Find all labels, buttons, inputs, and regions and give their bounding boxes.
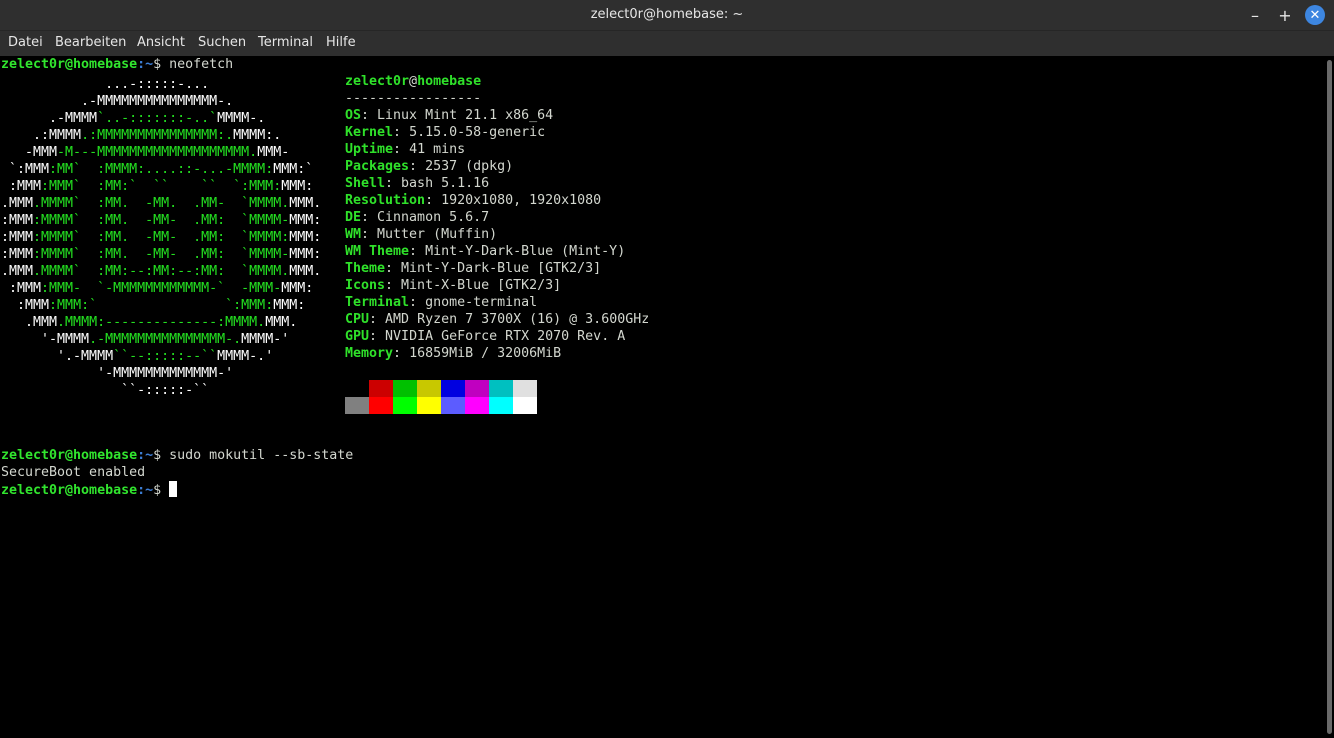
window-title: zelect0r@homebase: ~ xyxy=(590,7,744,22)
info-value: Mint-Y-Dark-Blue (Mint-Y) xyxy=(425,244,626,259)
info-row: Memory: 16859MiB / 32006MiB xyxy=(345,346,562,361)
scrollbar[interactable] xyxy=(1324,56,1334,738)
prompt-line-2: zelect0r@homebase:~$ sudo mokutil --sb-s… xyxy=(1,447,353,464)
info-value: 41 mins xyxy=(409,142,466,157)
command-output: SecureBoot enabled xyxy=(1,465,146,480)
info-row: Uptime: 41 mins xyxy=(345,142,466,157)
text-cursor xyxy=(169,481,178,497)
info-key: GPU xyxy=(345,329,370,344)
info-value: 2537 (dpkg) xyxy=(425,159,514,174)
color-block xyxy=(417,380,441,397)
command-text: neofetch xyxy=(169,57,234,72)
info-value: Linux Mint 21.1 x86_64 xyxy=(377,108,554,123)
color-block xyxy=(369,380,393,397)
color-block xyxy=(441,397,465,414)
info-value: Mint-X-Blue [GTK2/3] xyxy=(401,278,562,293)
menu-terminal[interactable]: Terminal xyxy=(258,31,313,56)
info-value: AMD Ryzen 7 3700X (16) @ 3.600GHz xyxy=(385,312,650,327)
info-key: CPU xyxy=(345,312,370,327)
scrollbar-thumb[interactable] xyxy=(1327,60,1332,734)
minimize-button[interactable]: – xyxy=(1245,5,1265,25)
prompt-path: :~ xyxy=(137,57,154,72)
info-key: Shell xyxy=(345,176,386,191)
color-block xyxy=(489,380,513,397)
prompt-user-host: zelect0r@homebase xyxy=(1,483,138,498)
prompt-line-1: zelect0r@homebase:~$ neofetch xyxy=(1,56,233,73)
terminal-area[interactable]: zelect0r@homebase:~$ neofetch ...-:::::-… xyxy=(0,56,1322,738)
info-value: gnome-terminal xyxy=(425,295,538,310)
mint-logo-ascii: ...-:::::-... .-MMMMMMMMMMMMMMM-. .-MMMM… xyxy=(1,77,322,398)
info-row: DE: Cinnamon 5.6.7 xyxy=(345,210,490,225)
info-row: Kernel: 5.15.0-58-generic xyxy=(345,125,546,140)
header-host: homebase xyxy=(417,74,482,89)
prompt-user-host: zelect0r@homebase xyxy=(1,448,138,463)
command-text: sudo mokutil --sb-state xyxy=(169,448,354,463)
info-value: bash 5.1.16 xyxy=(401,176,490,191)
prompt-path: :~ xyxy=(137,483,154,498)
info-value: Cinnamon 5.6.7 xyxy=(377,210,490,225)
menu-ansicht[interactable]: Ansicht xyxy=(137,31,185,56)
info-key: Uptime xyxy=(345,142,394,157)
info-row: CPU: AMD Ryzen 7 3700X (16) @ 3.600GHz xyxy=(345,312,650,327)
info-key: OS xyxy=(345,108,362,123)
info-value: Mint-Y-Dark-Blue [GTK2/3] xyxy=(401,261,602,276)
header-at: @ xyxy=(409,74,418,89)
prompt-symbol: $ xyxy=(153,57,170,72)
window-titlebar[interactable]: zelect0r@homebase: ~ – + ✕ xyxy=(0,0,1334,31)
info-value: Mutter (Muffin) xyxy=(377,227,498,242)
info-row: Resolution: 1920x1080, 1920x1080 xyxy=(345,193,602,208)
neofetch-header: zelect0r@homebase xyxy=(345,73,649,90)
info-row: OS: Linux Mint 21.1 x86_64 xyxy=(345,108,554,123)
neofetch-info: zelect0r@homebase ----------------- OS: … xyxy=(345,73,649,362)
info-row: Packages: 2537 (dpkg) xyxy=(345,159,514,174)
info-row: Icons: Mint-X-Blue [GTK2/3] xyxy=(345,278,562,293)
prompt-user-host: zelect0r@homebase xyxy=(1,57,138,72)
color-block xyxy=(345,380,369,397)
info-row: Theme: Mint-Y-Dark-Blue [GTK2/3] xyxy=(345,261,602,276)
close-button[interactable]: ✕ xyxy=(1305,5,1325,25)
info-key: DE xyxy=(345,210,362,225)
prompt-line-3[interactable]: zelect0r@homebase:~$ xyxy=(1,481,178,498)
color-block xyxy=(393,397,417,414)
prompt-symbol: $ xyxy=(153,448,170,463)
info-key: Kernel xyxy=(345,125,394,140)
header-user: zelect0r xyxy=(345,74,410,89)
color-block xyxy=(513,380,537,397)
menu-suchen[interactable]: Suchen xyxy=(198,31,246,56)
info-row: Terminal: gnome-terminal xyxy=(345,295,538,310)
color-block xyxy=(513,397,537,414)
color-block xyxy=(417,397,441,414)
color-block xyxy=(489,397,513,414)
menu-bearbeiten[interactable]: Bearbeiten xyxy=(55,31,126,56)
info-key: Packages xyxy=(345,159,410,174)
neofetch-separator: ----------------- xyxy=(345,91,482,106)
color-block xyxy=(369,397,393,414)
info-key: Resolution xyxy=(345,193,426,208)
info-key: WM xyxy=(345,227,362,242)
info-row: Shell: bash 5.1.16 xyxy=(345,176,490,191)
color-block xyxy=(393,380,417,397)
menu-hilfe[interactable]: Hilfe xyxy=(326,31,356,56)
menu-datei[interactable]: Datei xyxy=(8,31,43,56)
prompt-path: :~ xyxy=(137,448,154,463)
info-value: 1920x1080, 1920x1080 xyxy=(441,193,602,208)
color-block xyxy=(465,380,489,397)
info-value: 5.15.0-58-generic xyxy=(409,125,546,140)
color-block xyxy=(441,380,465,397)
info-key: WM Theme xyxy=(345,244,410,259)
prompt-symbol: $ xyxy=(153,483,170,498)
info-key: Icons xyxy=(345,278,386,293)
info-key: Terminal xyxy=(345,295,410,310)
color-block xyxy=(465,397,489,414)
info-value: NVIDIA GeForce RTX 2070 Rev. A xyxy=(385,329,626,344)
info-row: WM Theme: Mint-Y-Dark-Blue (Mint-Y) xyxy=(345,244,626,259)
info-key: Theme xyxy=(345,261,386,276)
maximize-button[interactable]: + xyxy=(1275,5,1295,25)
info-row: GPU: NVIDIA GeForce RTX 2070 Rev. A xyxy=(345,329,626,344)
menu-bar: Datei Bearbeiten Ansicht Suchen Terminal… xyxy=(0,31,1334,56)
info-row: WM: Mutter (Muffin) xyxy=(345,227,498,242)
info-key: Memory xyxy=(345,346,394,361)
info-value: 16859MiB / 32006MiB xyxy=(409,346,562,361)
color-block xyxy=(345,397,369,414)
